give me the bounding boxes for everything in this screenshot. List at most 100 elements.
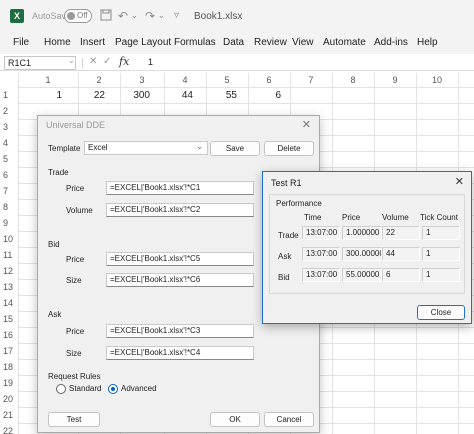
test-button[interactable]: Test (48, 412, 100, 427)
advanced-radio[interactable] (108, 384, 118, 394)
close-icon[interactable]: ✕ (455, 175, 464, 188)
undo-dropdown-icon[interactable]: ⌄ (131, 9, 138, 23)
dialog-title: Universal DDE (46, 120, 106, 130)
column-header[interactable]: 1 (18, 73, 78, 87)
autosave-state: Off (77, 11, 88, 20)
ok-button[interactable]: OK (210, 412, 260, 427)
template-label: Template (48, 144, 81, 153)
enter-icon[interactable]: ✓ (103, 56, 111, 67)
row-header[interactable]: 22 (0, 423, 18, 434)
column-header[interactable]: 7 (290, 73, 332, 87)
row-header[interactable]: 10 (0, 231, 18, 247)
delete-button[interactable]: Delete (264, 141, 314, 156)
row-header[interactable]: 15 (0, 311, 18, 327)
row-header[interactable]: 19 (0, 375, 18, 391)
standard-radio[interactable] (56, 384, 66, 394)
row-header[interactable]: 17 (0, 343, 18, 359)
row-header[interactable]: 3 (0, 119, 18, 135)
grid-line (18, 103, 474, 104)
cell-r1c6[interactable]: 6 (248, 89, 281, 103)
column-header[interactable]: 10 (416, 73, 458, 87)
tab-insert[interactable]: Insert (80, 37, 105, 48)
trade-ticks: 1 (422, 226, 460, 240)
name-box-dropdown-icon[interactable]: ⌄ (68, 56, 75, 65)
cell-r1c1[interactable]: 1 (18, 89, 62, 103)
column-header[interactable]: 2 (78, 73, 120, 87)
column-header[interactable]: 4 (164, 73, 206, 87)
cancel-button[interactable]: Cancel (264, 412, 314, 427)
insert-function-icon[interactable]: fx (119, 55, 129, 68)
undo-icon[interactable]: ↶ (118, 9, 128, 23)
save-icon[interactable] (100, 9, 112, 24)
row-header[interactable]: 12 (0, 263, 18, 279)
tab-view[interactable]: View (292, 37, 314, 48)
template-select[interactable]: Excel ⌄ (84, 141, 208, 155)
trade-price-input[interactable]: =EXCEL|'Book1.xlsx'!*C1 (106, 181, 254, 195)
row-header[interactable]: 8 (0, 199, 18, 215)
row-header[interactable]: 13 (0, 279, 18, 295)
tab-formulas[interactable]: Formulas (174, 37, 216, 48)
redo-dropdown-icon[interactable]: ⌄ (158, 9, 165, 23)
trade-time: 13:07:00 (302, 226, 340, 240)
save-button[interactable]: Save (210, 141, 260, 156)
row-header[interactable]: 18 (0, 359, 18, 375)
row-header[interactable]: 6 (0, 167, 18, 183)
row-header[interactable]: 21 (0, 407, 18, 423)
standard-label[interactable]: Standard (69, 384, 101, 393)
row-header[interactable]: 5 (0, 151, 18, 167)
redo-icon[interactable]: ↷ (145, 9, 155, 23)
column-header[interactable]: 5 (206, 73, 248, 87)
tab-page-layout[interactable]: Page Layout (115, 37, 171, 48)
row-header[interactable]: 14 (0, 295, 18, 311)
cell-r1c4[interactable]: 44 (164, 89, 193, 103)
bid-price-input[interactable]: =EXCEL|'Book1.xlsx'!*C5 (106, 252, 254, 266)
column-header[interactable]: 6 (248, 73, 290, 87)
row-label-trade: Trade (278, 231, 299, 240)
column-header[interactable]: 3 (120, 73, 164, 87)
cancel-icon[interactable]: ✕ (89, 56, 97, 67)
ask-size-label: Size (66, 349, 82, 358)
close-icon[interactable]: ✕ (302, 118, 311, 131)
customize-qat-icon[interactable]: ▿ (174, 9, 179, 23)
name-box[interactable]: R1C1 (4, 56, 76, 70)
ask-size-input[interactable]: =EXCEL|'Book1.xlsx'!*C4 (106, 346, 254, 360)
ask-price-input[interactable]: =EXCEL|'Book1.xlsx'!*C3 (106, 324, 254, 338)
cell-r1c2[interactable]: 22 (78, 89, 105, 103)
trade-volume-label: Volume (66, 206, 93, 215)
formula-input[interactable]: 1 (148, 57, 153, 67)
formula-bar: R1C1 ⌄ ✕ ✓ fx 1 (0, 55, 474, 71)
tab-help[interactable]: Help (417, 37, 438, 48)
tab-review[interactable]: Review (254, 37, 287, 48)
tab-add-ins[interactable]: Add-ins (374, 37, 408, 48)
row-header[interactable]: 20 (0, 391, 18, 407)
row-header[interactable]: 16 (0, 327, 18, 343)
tab-home[interactable]: Home (44, 37, 71, 48)
row-header[interactable]: 2 (0, 103, 18, 119)
tab-automate[interactable]: Automate (323, 37, 366, 48)
autosave-toggle[interactable]: Off (64, 9, 92, 23)
trade-volume-input[interactable]: =EXCEL|'Book1.xlsx'!*C2 (106, 203, 254, 217)
column-header[interactable]: 8 (332, 73, 374, 87)
row-header[interactable]: 1 (0, 87, 18, 103)
row-header[interactable]: 7 (0, 183, 18, 199)
tab-file[interactable]: File (13, 37, 29, 48)
row-header[interactable]: 4 (0, 135, 18, 151)
advanced-label[interactable]: Advanced (121, 384, 157, 393)
tab-data[interactable]: Data (223, 37, 244, 48)
row-header[interactable]: 11 (0, 247, 18, 263)
dialog-title: Test R1 (271, 178, 302, 188)
performance-group: Performance Time Price Volume Tick Count… (269, 194, 465, 294)
bid-size-input[interactable]: =EXCEL|'Book1.xlsx'!*C6 (106, 273, 254, 287)
cell-r1c3[interactable]: 300 (120, 89, 150, 103)
ask-time: 13:07:00 (302, 247, 340, 261)
trade-price-label: Price (66, 184, 85, 193)
close-button[interactable]: Close (417, 305, 465, 320)
ask-price-label: Price (66, 327, 85, 336)
request-rules-label: Request Rules (48, 372, 101, 381)
column-header[interactable]: 9 (374, 73, 416, 87)
template-value: Excel (88, 143, 108, 152)
document-title: Book1.xlsx (194, 11, 243, 22)
grid-line (18, 87, 474, 88)
cell-r1c5[interactable]: 55 (206, 89, 237, 103)
row-header[interactable]: 9 (0, 215, 18, 231)
